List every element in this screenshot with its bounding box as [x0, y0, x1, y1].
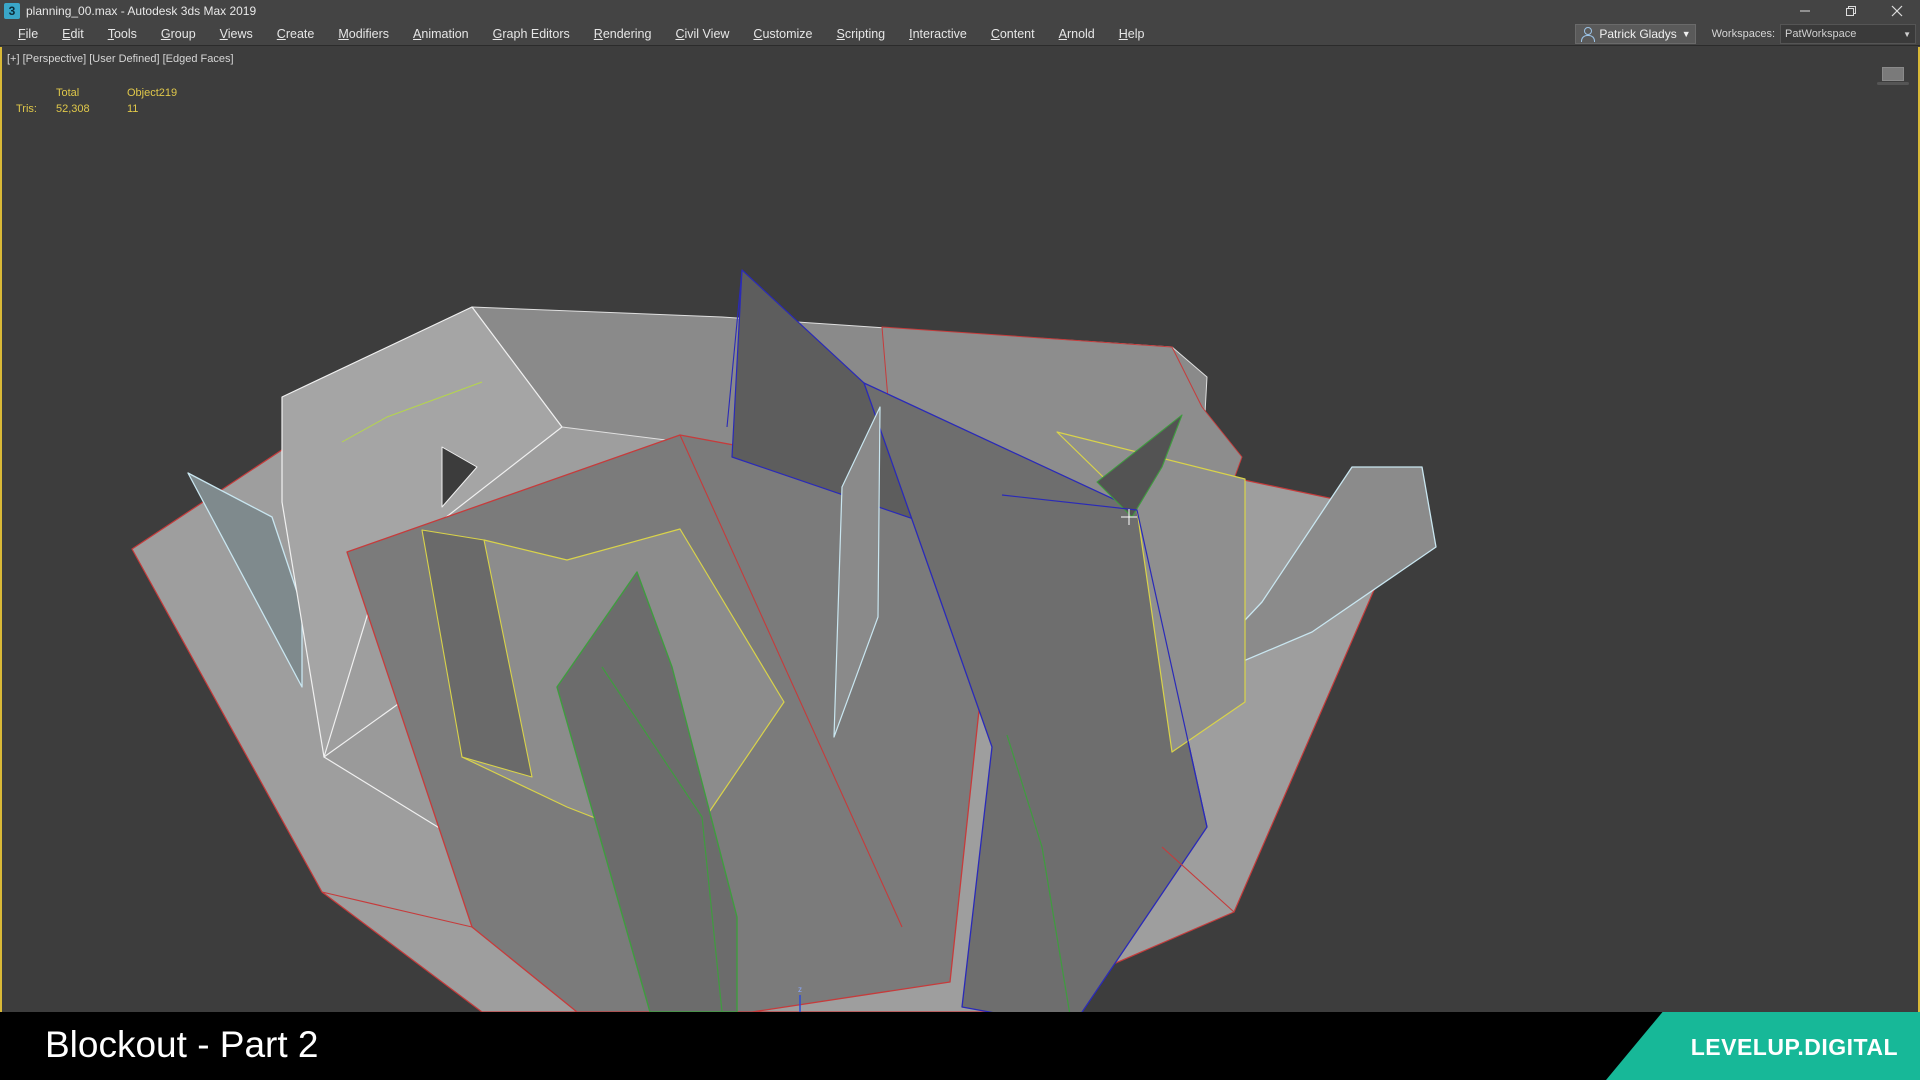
- chevron-down-icon: ▼: [1903, 29, 1911, 39]
- menu-tools[interactable]: Tools: [96, 22, 149, 46]
- menu-group[interactable]: Group: [149, 22, 208, 46]
- minimize-icon[interactable]: [1782, 0, 1828, 22]
- menu-civil-view[interactable]: Civil View: [663, 22, 741, 46]
- viewport-label-menu[interactable]: [+] [Perspective] [User Defined] [Edged …: [7, 53, 234, 65]
- app-window: 3 planning_00.max - Autodesk 3ds Max 201…: [0, 0, 1920, 1080]
- workspace-value: PatWorkspace: [1785, 28, 1857, 40]
- menu-modifiers[interactable]: Modifiers: [326, 22, 401, 46]
- menu-content[interactable]: Content: [979, 22, 1047, 46]
- close-icon[interactable]: [1874, 0, 1920, 22]
- stats-tris-label: Tris:: [16, 103, 37, 115]
- stats-header-row: Total Object219: [16, 85, 177, 101]
- menu-edit[interactable]: Edit: [50, 22, 96, 46]
- brand-badge: LEVELUP.DIGITAL: [1606, 1012, 1920, 1080]
- menu-rendering[interactable]: Rendering: [582, 22, 664, 46]
- restore-icon[interactable]: [1828, 0, 1874, 22]
- menu-customize[interactable]: Customize: [741, 22, 824, 46]
- menu-bar: File Edit Tools Group Views Create Modif…: [0, 22, 1920, 46]
- 3ds-max-app-icon[interactable]: 3: [4, 3, 20, 19]
- statistics-overlay: Total Object219 Tris: 52,308 11: [16, 85, 177, 117]
- menu-views[interactable]: Views: [208, 22, 265, 46]
- menu-scripting[interactable]: Scripting: [824, 22, 897, 46]
- stats-tris-row: Tris: 52,308 11: [16, 101, 177, 117]
- workspace-select[interactable]: PatWorkspace ▼: [1780, 24, 1916, 44]
- menu-help[interactable]: Help: [1107, 22, 1157, 46]
- user-icon: [1580, 27, 1596, 42]
- title-bar: 3 planning_00.max - Autodesk 3ds Max 201…: [0, 0, 1920, 22]
- menu-animation[interactable]: Animation: [401, 22, 481, 46]
- menubar-right: Patrick Gladys ▼ Workspaces: PatWorkspac…: [1575, 22, 1920, 46]
- lesson-title: Blockout - Part 2: [45, 1024, 319, 1065]
- menu-arnold[interactable]: Arnold: [1047, 22, 1107, 46]
- window-title: planning_00.max - Autodesk 3ds Max 2019: [26, 4, 257, 18]
- user-account-button[interactable]: Patrick Gladys ▼: [1575, 24, 1696, 44]
- menu-graph-editors[interactable]: Graph Editors: [481, 22, 582, 46]
- stats-object-header: Object219: [127, 87, 178, 99]
- menu-items: File Edit Tools Group Views Create Modif…: [0, 22, 1156, 46]
- perspective-viewport[interactable]: z [+] [Perspective] [User Defined] [Edge…: [0, 47, 1920, 1012]
- user-name: Patrick Gladys: [1599, 27, 1677, 41]
- video-title-banner: Blockout - Part 2 LEVELUP.DIGITAL: [0, 1012, 1920, 1080]
- menu-file[interactable]: File: [6, 22, 50, 46]
- menu-create[interactable]: Create: [265, 22, 327, 46]
- chevron-down-icon: ▼: [1681, 29, 1691, 39]
- workspaces-label: Workspaces:: [1711, 28, 1775, 40]
- window-controls: [1782, 0, 1920, 22]
- stats-total-tris: 52,308: [56, 103, 90, 115]
- brand-logo-text: LEVELUP.DIGITAL: [1690, 1034, 1898, 1060]
- z-axis-label: z: [798, 985, 802, 994]
- viewcube-icon[interactable]: [1877, 67, 1909, 85]
- stats-total-header: Total: [56, 87, 80, 99]
- menu-interactive[interactable]: Interactive: [897, 22, 979, 46]
- scene-geometry[interactable]: z: [2, 47, 1918, 1012]
- stats-object-tris: 11: [127, 103, 139, 115]
